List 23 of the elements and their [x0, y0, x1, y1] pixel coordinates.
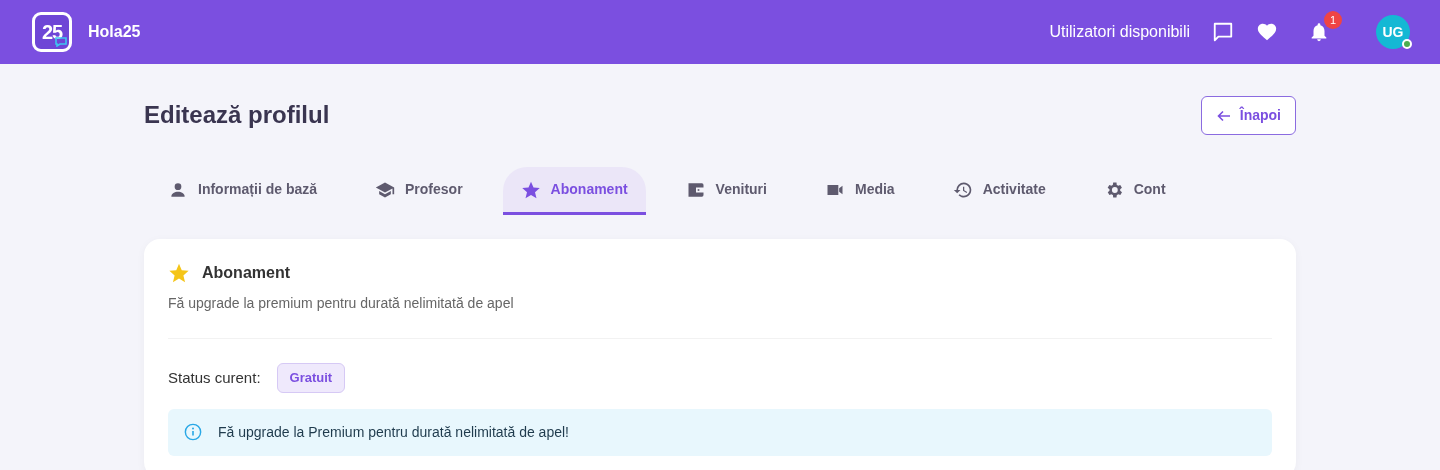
star-icon	[168, 262, 190, 284]
tab[interactable]: Media	[806, 167, 913, 215]
tab[interactable]: Profesor	[357, 167, 481, 215]
available-users-link[interactable]: Utilizatori disponibili	[1049, 20, 1190, 44]
status-badge: Gratuit	[276, 363, 346, 393]
info-alert: Fă upgrade la Premium pentru durată nelimitată de apel!	[168, 408, 1272, 456]
back-button[interactable]: Înapoi	[1200, 96, 1296, 135]
brand-name: Hola25	[88, 22, 141, 42]
status-label: Status curent:	[168, 367, 261, 388]
info-icon	[184, 423, 202, 441]
tab[interactable]: Cont	[1085, 167, 1184, 215]
tab[interactable]: Activitate	[934, 167, 1064, 215]
card-title: Abonament	[202, 263, 290, 283]
tab[interactable]: Abonament	[502, 167, 646, 215]
chat-bubble-icon	[55, 37, 67, 47]
page-title: Editează profilul	[144, 101, 330, 130]
chat-icon[interactable]	[1212, 21, 1234, 43]
tab[interactable]: Venituri	[667, 167, 785, 215]
notification-badge: 1	[1324, 10, 1342, 29]
heart-icon[interactable]	[1256, 21, 1278, 43]
card-subtitle: Fă upgrade la premium pentru durată nelimitată de apel	[168, 294, 515, 313]
app-logo[interactable]: 25	[32, 12, 72, 52]
tab[interactable]: Informații de bază	[150, 167, 336, 215]
